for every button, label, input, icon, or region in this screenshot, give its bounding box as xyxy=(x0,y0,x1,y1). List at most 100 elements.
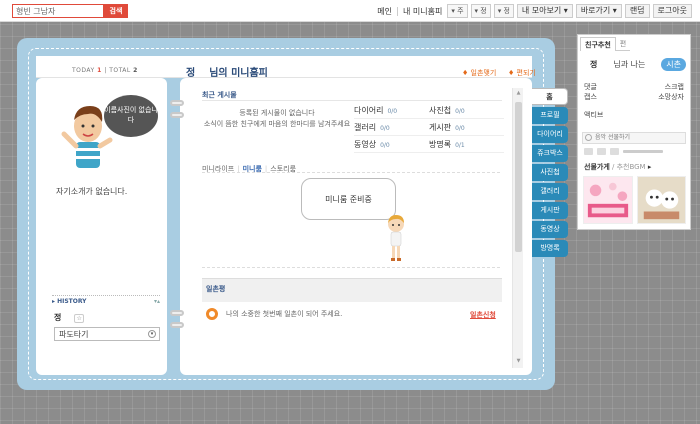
chevron-down-icon: ▾ xyxy=(148,330,156,338)
avatar-speech-bubble: 이름사진이 없습니다 xyxy=(104,95,158,137)
ilchon-review-box xyxy=(202,278,502,302)
menu-tabs: 홈 프로필 다이어리 쥬크박스 사진첩 갤러리 게시판 동영상 방명록 xyxy=(532,88,568,259)
tab-pyeon[interactable]: 편 xyxy=(615,37,631,51)
ilchon-review-label: 일촌평 xyxy=(206,285,226,293)
my-minihome-link[interactable]: 내 미니홈피 xyxy=(401,6,444,17)
stat-count: 0/0 xyxy=(387,107,398,115)
search-input[interactable]: 형빈 그남자 xyxy=(12,4,104,18)
gift-thumbnail-2[interactable] xyxy=(637,176,686,224)
history-section: ▸ HISTORY ▾▴ xyxy=(52,295,160,305)
relation-badge: 시촌 xyxy=(661,58,686,71)
gift-shop-title: 선물가게 / 추천BGM ▸ xyxy=(584,162,651,172)
tab-board[interactable]: 게시판 xyxy=(532,202,568,219)
history-label: ▸ HISTORY xyxy=(52,298,87,305)
tab-jukebox[interactable]: 쥬크박스 xyxy=(532,145,568,162)
counter-divider: | xyxy=(104,67,107,74)
nav-divider xyxy=(397,6,398,16)
page-title: 정 님의 미니홈피 xyxy=(186,64,268,79)
today-label: TODAY xyxy=(72,67,95,74)
music-gift-text: 음악 선물하기 xyxy=(595,134,631,141)
next-icon[interactable] xyxy=(610,148,619,155)
scroll-down-icon[interactable]: ▼ xyxy=(515,358,522,366)
title-text: 님의 미니홈피 xyxy=(209,68,268,79)
music-gift-bar[interactable]: 음악 선물하기 xyxy=(582,132,686,144)
scroll-up-icon[interactable]: ▲ xyxy=(515,90,522,98)
right-page-scrollbar[interactable]: ▲ ▼ xyxy=(512,88,523,368)
quick-dropdown-3[interactable]: ▾ 정 xyxy=(493,4,514,18)
side-panel-links: 댓글 스크랩 캡스 소망상자 xyxy=(584,82,684,102)
volume-slider[interactable] xyxy=(623,150,663,153)
caps-link[interactable]: 캡스 xyxy=(584,92,597,102)
tab-home[interactable]: 홈 xyxy=(532,88,568,105)
stat-name: 방명록 xyxy=(429,139,452,149)
ilchon-apply-link[interactable]: 일촌신청 xyxy=(470,310,496,320)
quick-dropdown-2[interactable]: ▾ 정 xyxy=(470,4,491,18)
stat-photo[interactable]: 사진첩 0/0 xyxy=(429,105,504,116)
relation-label: 님과 나는 xyxy=(613,60,646,69)
search-button[interactable]: 검색 xyxy=(104,4,128,18)
link-row: 댓글 스크랩 xyxy=(584,82,684,92)
owner-short-text: 정 xyxy=(54,313,62,322)
stat-diary[interactable]: 다이어리 0/0 xyxy=(354,105,429,116)
shortcut-button[interactable]: 바로가기 ▾ xyxy=(575,4,622,18)
stat-video[interactable]: 동영상 0/0 xyxy=(354,139,429,150)
relation-row: 정 님과 나는 시촌 xyxy=(590,58,686,71)
prev-icon[interactable] xyxy=(584,148,593,155)
add-ilchon-link[interactable]: ♦ 일촌맺기 xyxy=(462,68,496,78)
total-value: 2 xyxy=(133,67,138,74)
self-intro-text: 자기소개가 없습니다. xyxy=(56,187,128,196)
gift-more-icon[interactable]: ▸ xyxy=(648,163,652,171)
surf-select[interactable]: 파도타기 ▾ xyxy=(54,327,160,341)
become-friend-link[interactable]: ♦ 편되기 xyxy=(508,68,536,78)
ilchon-message-text: 나의 소중한 첫번째 일촌이 되어 주세요. xyxy=(226,310,343,318)
tab-friend-recommend[interactable]: 친구추천 xyxy=(580,37,616,51)
top-bar: 형빈 그남자 검색 메인 내 미니홈피 ▾ 주 ▾ 정 ▾ 정 내 모아보기 ▾… xyxy=(0,0,700,22)
tab-gallery[interactable]: 갤러리 xyxy=(532,183,568,200)
gift-shop-sub: / 추천BGM xyxy=(609,163,646,171)
play-icon[interactable] xyxy=(585,134,592,141)
tab-video[interactable]: 동영상 xyxy=(532,221,568,238)
music-controls xyxy=(584,148,684,155)
activity-label: 액티브 xyxy=(584,111,604,119)
gift-thumbnail-1[interactable] xyxy=(583,176,633,224)
gift-shop-label: 선물가게 xyxy=(584,163,610,171)
scrap-link[interactable]: 스크랩 xyxy=(665,82,684,92)
stat-board[interactable]: 게시판 0/0 xyxy=(429,122,504,133)
relation-me: 정 xyxy=(590,60,598,69)
tab-guestbook[interactable]: 방명록 xyxy=(532,240,568,257)
logout-button[interactable]: 로그아웃 xyxy=(652,4,692,18)
star-icon[interactable]: ☆ xyxy=(74,314,85,323)
recent-divider xyxy=(202,100,502,101)
binder-ring xyxy=(170,100,184,106)
owner-name: 정 xyxy=(186,68,196,79)
recent-empty-message: 등록된 게시물이 없습니다 소식이 뜸한 친구에게 마음의 한마디를 남겨주세요 xyxy=(203,109,351,128)
comment-link[interactable]: 댓글 xyxy=(584,82,597,92)
stat-count: 0/1 xyxy=(455,141,465,149)
tab-profile[interactable]: 프로필 xyxy=(532,107,568,124)
tab-diary[interactable]: 다이어리 xyxy=(532,126,568,143)
my-collection-button[interactable]: 내 모아보기 ▾ xyxy=(516,4,573,18)
stat-row: 다이어리 0/0 사진첩 0/0 xyxy=(354,102,504,119)
link-row: 캡스 소망상자 xyxy=(584,92,684,102)
history-toggle-icon[interactable]: ▾▴ xyxy=(154,298,160,305)
minime-character-image xyxy=(388,215,404,261)
main-link[interactable]: 메인 xyxy=(375,6,394,17)
scroll-thumb[interactable] xyxy=(515,102,522,252)
stat-gallery[interactable]: 갤러리 0/0 xyxy=(354,122,429,133)
random-button[interactable]: 랜덤 xyxy=(624,4,650,18)
stat-count: 0/0 xyxy=(455,107,465,115)
binder-ring xyxy=(170,322,184,328)
total-label: TOTAL xyxy=(109,67,131,74)
owner-short-name: 정 ☆ xyxy=(54,312,85,323)
stat-name: 동영상 xyxy=(354,139,377,149)
tab-photo[interactable]: 사진첩 xyxy=(532,164,568,181)
quick-dropdown-1[interactable]: ▾ 주 xyxy=(447,4,468,18)
miniroom-speech-bubble: 미니룸 준비중 xyxy=(301,178,396,220)
stat-name: 갤러리 xyxy=(354,122,377,132)
stat-guestbook[interactable]: 방명록 0/1 xyxy=(429,139,504,150)
visitor-counter: TODAY 1 | TOTAL 2 xyxy=(72,67,138,74)
binder-ring xyxy=(170,112,184,118)
wishbox-link[interactable]: 소망상자 xyxy=(658,92,684,102)
surf-select-label: 파도타기 xyxy=(59,330,89,339)
stop-icon[interactable] xyxy=(597,148,606,155)
